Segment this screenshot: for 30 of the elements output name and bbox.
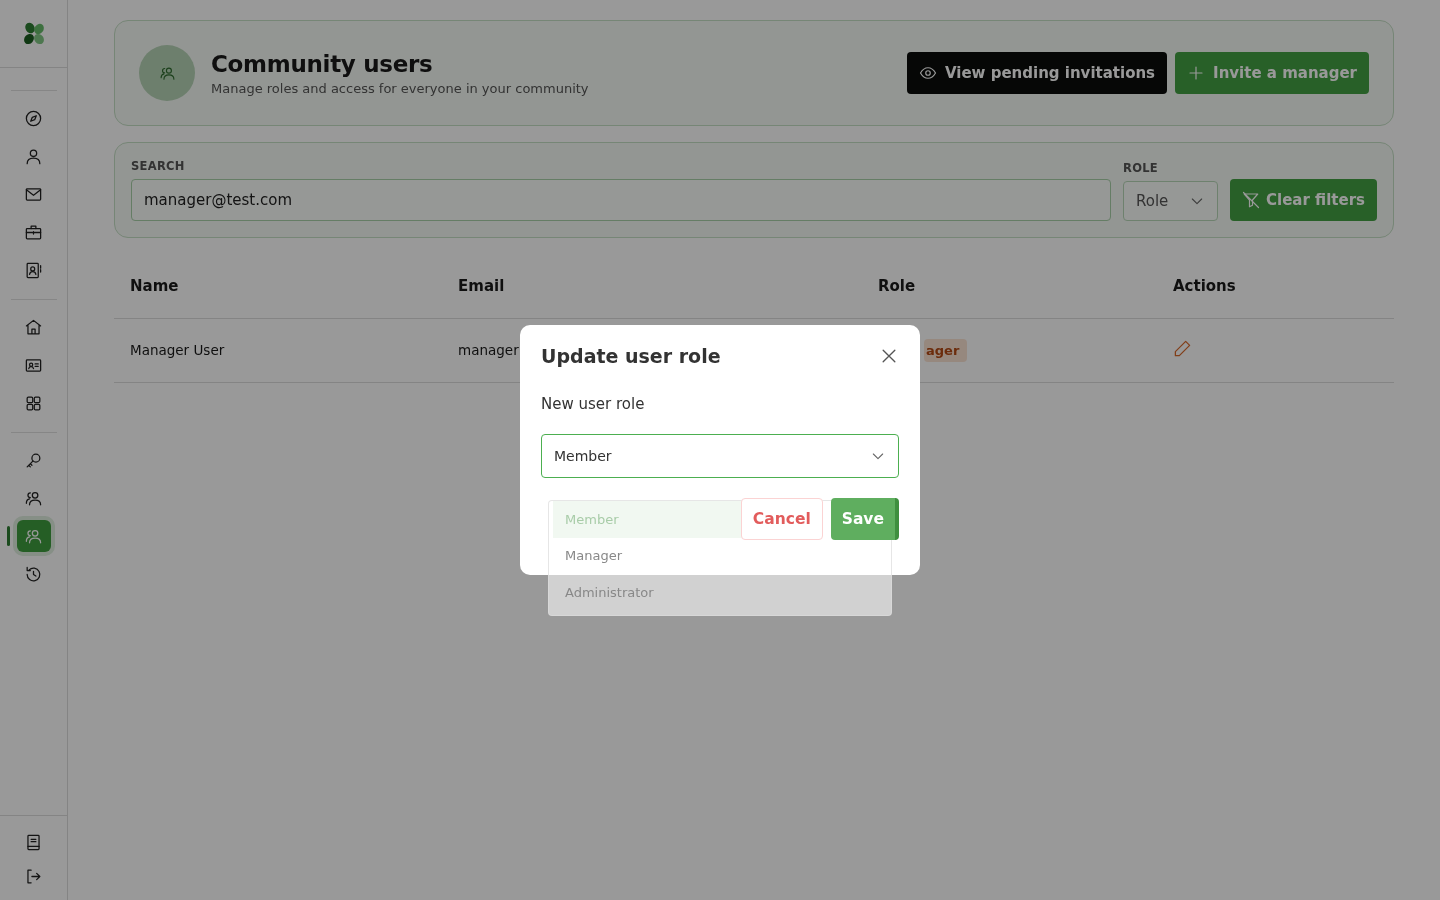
role-select[interactable]: Member [541, 434, 899, 478]
search-field[interactable]: manager@test.com [131, 179, 1111, 221]
table-cell: Manager User [114, 318, 442, 382]
field-label: New user role [541, 395, 646, 413]
contact-book-icon [24, 260, 43, 280]
clear-filters-button[interactable]: Clear filters [1230, 179, 1377, 221]
pencil-icon [1173, 339, 1192, 358]
role-badge: ager [924, 338, 968, 362]
invite-button[interactable]: Invite a manager [1175, 52, 1369, 94]
column-header: Role [862, 254, 1157, 318]
column-header: Email [442, 254, 862, 318]
page-title: Community users [211, 50, 434, 77]
option-item[interactable]: Administrator [553, 574, 747, 611]
pending-invitations-button[interactable]: View pending invitations [906, 52, 1168, 94]
cancel-button[interactable]: Cancel [740, 498, 823, 540]
history-icon [24, 564, 43, 584]
compass-icon [24, 108, 43, 128]
filter-off-icon [1242, 191, 1260, 209]
page-subtitle: Manage roles and access for everyone in your community [211, 80, 590, 96]
column-header: Actions [1157, 254, 1394, 318]
role-select[interactable]: Role [1123, 181, 1218, 221]
dialog-title: Update user role [541, 345, 721, 367]
role-label: ROLE [1123, 161, 1159, 175]
option-item[interactable]: Manager [553, 537, 747, 574]
search-label: SEARCH [131, 159, 186, 173]
book-icon [24, 832, 43, 852]
save-button[interactable]: Save [830, 498, 899, 540]
home-icon [24, 317, 43, 337]
column-header: Name [114, 254, 442, 318]
eye-icon [918, 64, 937, 82]
